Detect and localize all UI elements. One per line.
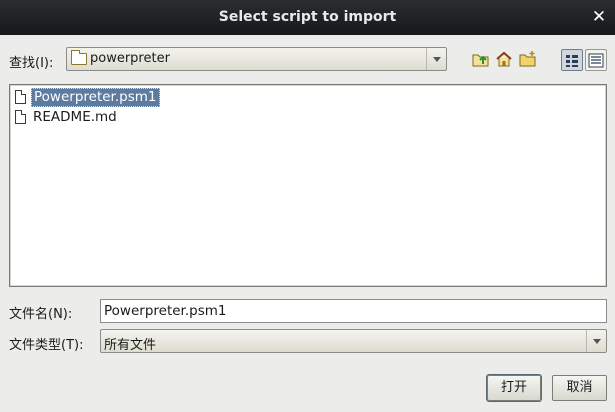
title-bar: Select script to import ✕ — [0, 0, 615, 35]
look-in-combo[interactable]: powerpreter — [66, 47, 447, 71]
file-name: README.md — [33, 109, 117, 125]
folder-icon — [71, 50, 87, 65]
details-view-icon — [588, 53, 604, 68]
up-one-level-button[interactable] — [471, 49, 491, 69]
cancel-button[interactable]: 取消 — [552, 375, 607, 401]
file-icon — [15, 110, 26, 124]
home-icon — [496, 51, 512, 67]
list-view-button[interactable] — [561, 49, 583, 71]
close-button[interactable]: ✕ — [589, 7, 609, 27]
home-button[interactable] — [494, 49, 514, 69]
file-type-label: 文件类型(T): — [9, 338, 84, 353]
details-view-button[interactable] — [585, 49, 607, 71]
file-list[interactable]: Powerpreter.psm1 README.md — [9, 84, 607, 287]
list-view-icon — [566, 55, 578, 67]
look-in-value: powerpreter — [90, 51, 170, 66]
file-icon — [15, 90, 26, 104]
new-folder-icon — [519, 51, 536, 67]
file-name: Powerpreter.psm1 — [31, 88, 160, 107]
close-icon: ✕ — [591, 7, 607, 27]
look-in-label: 查找(I): — [9, 56, 54, 71]
up-one-level-icon — [472, 54, 489, 67]
window-title: Select script to import — [218, 9, 397, 25]
chevron-down-icon[interactable] — [426, 48, 446, 70]
file-type-combo[interactable]: 所有文件 — [100, 329, 607, 353]
file-name-label: 文件名(N): — [9, 307, 73, 322]
chevron-down-icon[interactable] — [586, 330, 606, 352]
file-type-value: 所有文件 — [104, 338, 157, 353]
file-name-field[interactable] — [100, 299, 607, 323]
open-button[interactable]: 打开 — [487, 375, 541, 401]
new-folder-button[interactable] — [518, 49, 538, 69]
